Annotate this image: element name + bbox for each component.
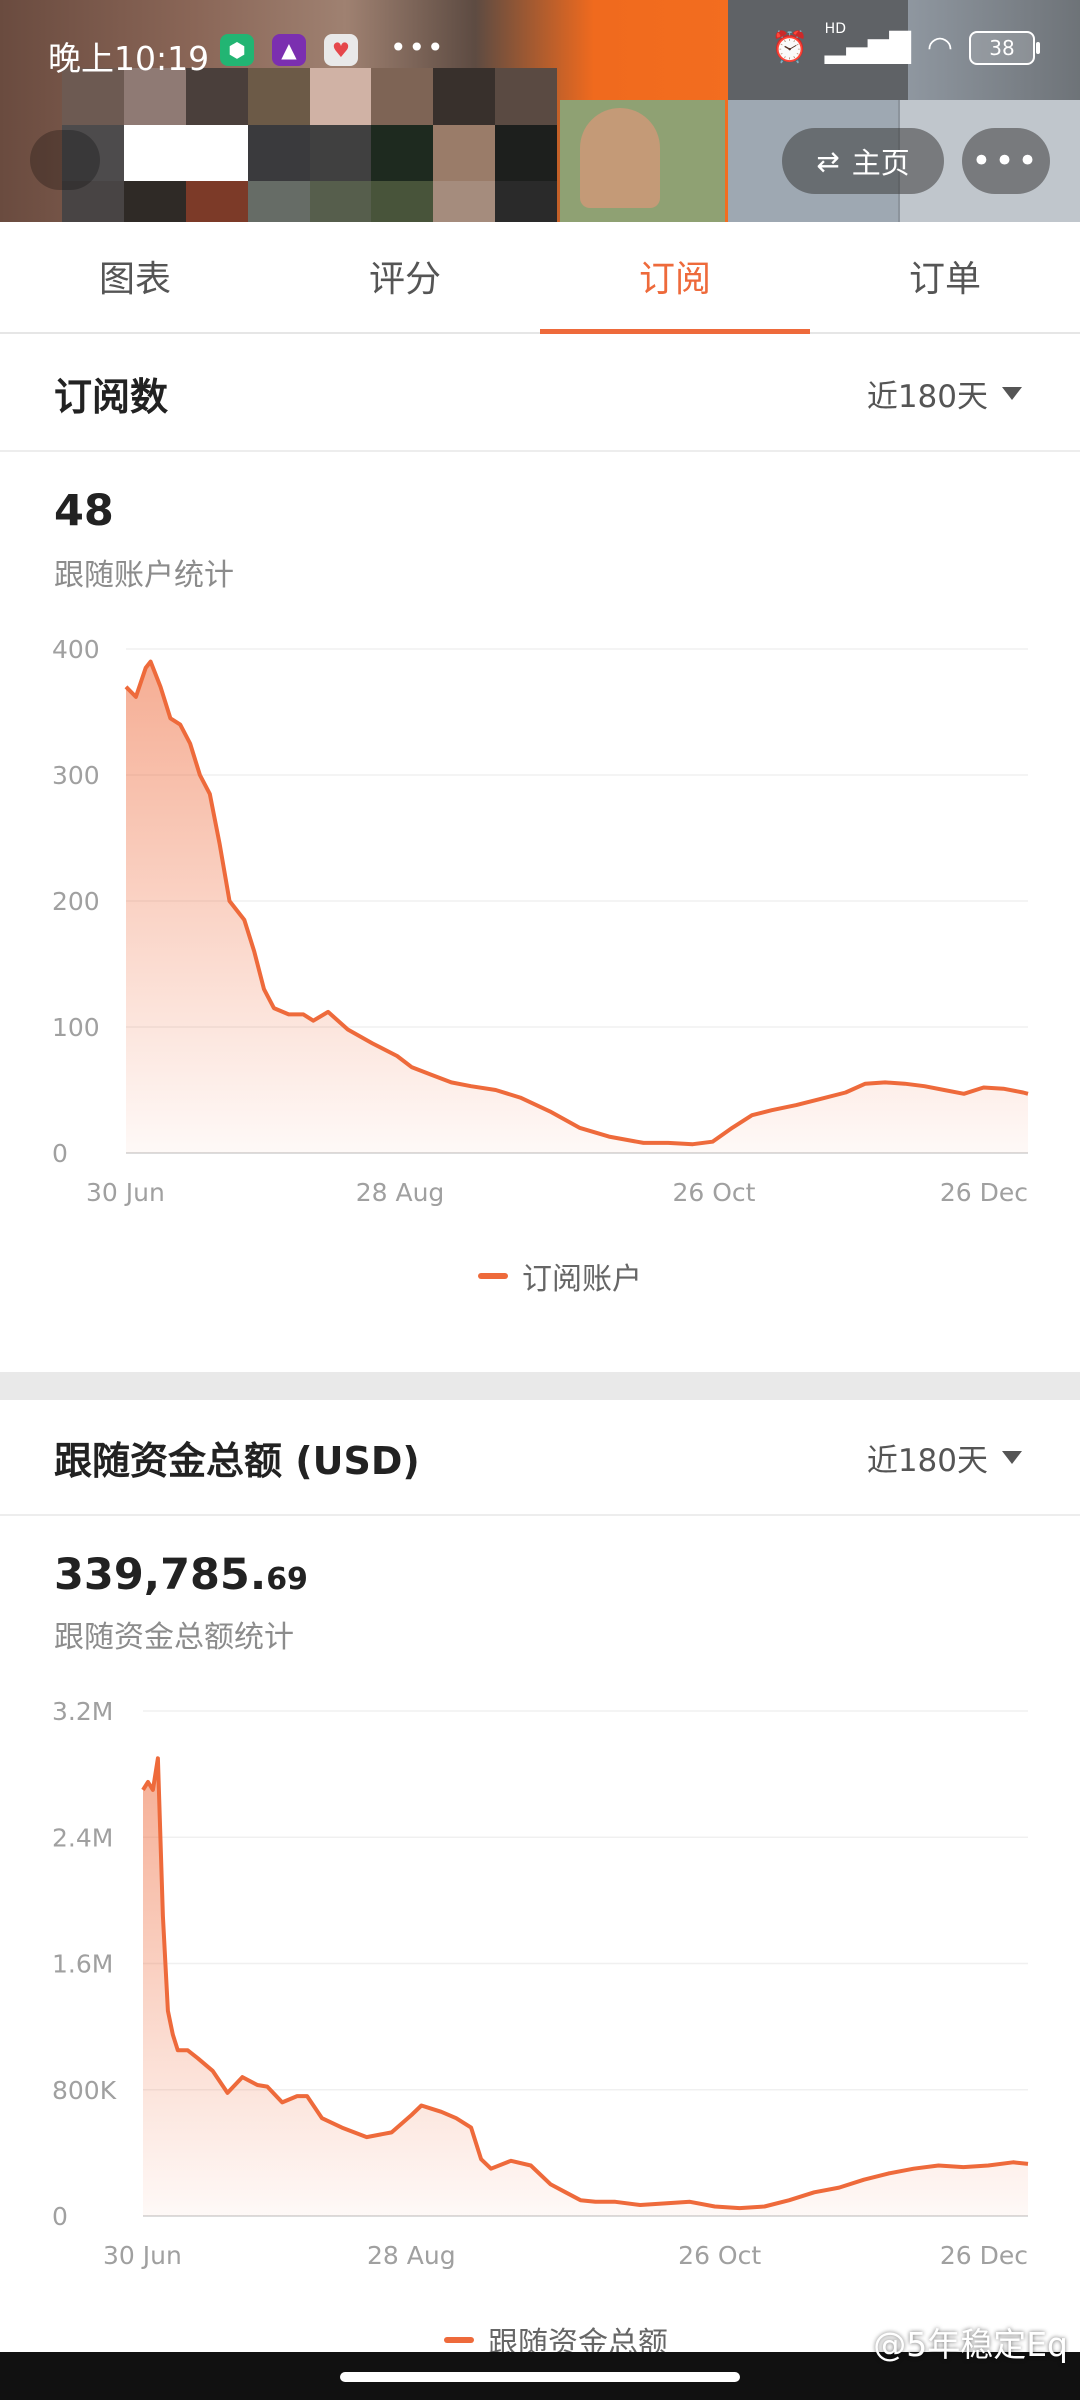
y-tick-label: 400 [52, 635, 100, 664]
range-dropdown[interactable]: 近180天 [867, 1435, 1022, 1480]
y-tick-label: 2.4M [52, 1823, 113, 1852]
series-area [143, 1758, 1028, 2216]
y-tick-label: 0 [52, 1139, 68, 1168]
x-tick-label: 28 Aug [356, 1178, 445, 1207]
battery-indicator: 38 [969, 30, 1040, 65]
home-indicator[interactable] [340, 2372, 740, 2382]
y-tick-label: 3.2M [52, 1697, 113, 1726]
signal-icon: HD ▂▄▆█ [824, 21, 911, 64]
tab-rating[interactable]: 评分 [270, 222, 540, 332]
x-tick-label: 28 Aug [367, 2241, 456, 2270]
status-app-icons: ⬢ ▲ ♥ ••• [220, 34, 446, 66]
shield-app-icon: ⬢ [220, 34, 254, 66]
back-button[interactable] [30, 130, 100, 190]
watermark: @5年稳定Eq [873, 2325, 1068, 2364]
more-menu-button[interactable]: ••• [962, 128, 1050, 194]
section-title: 跟随资金总额 (USD) [54, 1438, 420, 1483]
subscription-chart: 400 300 200 100 0 30 Jun 28 Aug 26 Oct 26 Dec [52, 635, 1029, 1207]
more-icon: ••• [971, 141, 1041, 181]
home-button[interactable]: ⇄ 主页 [782, 128, 944, 194]
legend-label: 订阅账户 [522, 1262, 642, 1297]
funds-section-header: 跟随资金总额 (USD) 近180天 [0, 1400, 1080, 1516]
avatar-face [580, 108, 660, 208]
blurred-avatar-mosaic [62, 68, 557, 222]
switch-icon: ⇄ [816, 144, 840, 178]
y-tick-label: 200 [52, 887, 100, 916]
y-tick-label: 300 [52, 761, 100, 790]
legend-swatch [444, 2337, 474, 2343]
header-banner: 晚上10:19 ⬢ ▲ ♥ ••• ⏰ HD ▂▄▆█ ◠ 38 ⇄ 主页 ••… [0, 0, 1080, 222]
status-right: ⏰ HD ▂▄▆█ ◠ 38 [771, 21, 1040, 65]
home-label: 主页 [851, 146, 910, 180]
subscription-count: 48 [54, 486, 114, 536]
wifi-icon: ◠ [926, 30, 953, 65]
tab-chart[interactable]: 图表 [0, 222, 270, 332]
section-title: 订阅数 [54, 374, 169, 419]
x-tick-label: 26 Oct [678, 2241, 761, 2270]
range-label: 近180天 [866, 378, 988, 415]
series-area [126, 661, 1028, 1153]
y-tick-label: 0 [52, 2202, 68, 2231]
x-tick-label: 30 Jun [103, 2241, 182, 2270]
store-app-icon: ▲ [272, 34, 306, 66]
subscription-section-header: 订阅数 近180天 [0, 336, 1080, 452]
x-tick-label: 26 Dec [940, 2241, 1028, 2270]
y-tick-label: 1.6M [52, 1950, 113, 1979]
y-tick-label: 100 [52, 1013, 100, 1042]
x-tick-label: 30 Jun [86, 1178, 165, 1207]
subscription-subtitle: 跟随账户统计 [54, 558, 234, 593]
hd-label: HD [824, 21, 846, 37]
funds-subtitle: 跟随资金总额统计 [54, 1620, 294, 1655]
x-tick-label: 26 Oct [673, 1178, 756, 1207]
caret-down-icon [1002, 1450, 1022, 1464]
tab-subscription[interactable]: 订阅 [540, 222, 810, 334]
x-tick-label: 26 Dec [940, 1178, 1028, 1207]
section-divider [0, 1372, 1080, 1400]
tab-orders[interactable]: 订单 [810, 222, 1080, 332]
tab-bar: 图表 评分 订阅 订单 [0, 222, 1080, 334]
funds-chart: 3.2M 2.4M 1.6M 800K 0 30 Jun 28 Aug 26 Oct 26 De… [52, 1697, 1029, 2270]
caret-down-icon [1002, 386, 1022, 400]
range-label: 近180天 [866, 1442, 988, 1479]
legend-swatch [478, 1273, 508, 1279]
status-time: 晚上10:19 [48, 39, 210, 78]
value-decimal: 69 [266, 1562, 308, 1597]
y-tick-label: 800K [52, 2076, 117, 2105]
heart-app-icon: ♥ [324, 34, 358, 66]
alarm-icon: ⏰ [771, 30, 809, 65]
range-dropdown[interactable]: 近180天 [867, 371, 1022, 416]
value-main: 339,785. [54, 1550, 267, 1600]
funds-total: 339,785.69 [54, 1550, 308, 1600]
value-main: 48 [54, 486, 114, 536]
more-notifications-icon: ••• [390, 31, 446, 64]
chart-legend: 订阅账户 [478, 1254, 642, 1298]
